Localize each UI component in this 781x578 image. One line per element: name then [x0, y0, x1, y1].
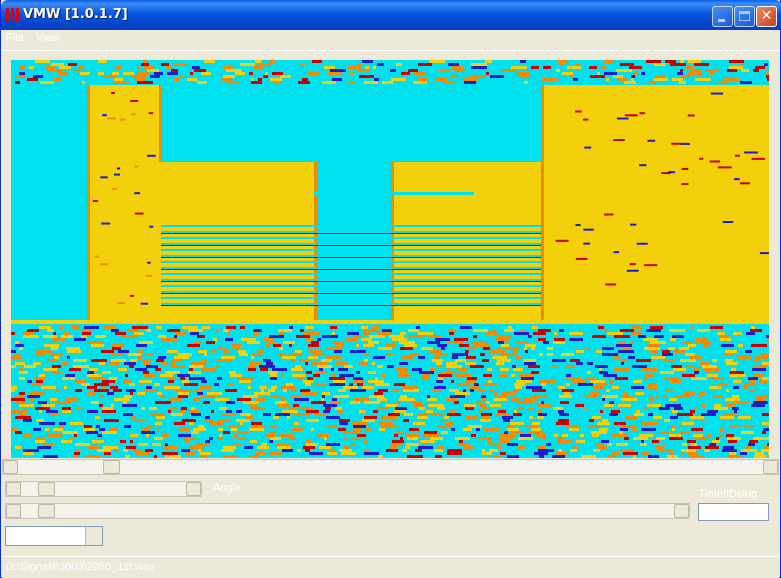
scroll-left-button[interactable] [3, 460, 18, 474]
menu-item-view[interactable]: View [36, 32, 60, 44]
maximize-button[interactable] [734, 6, 755, 27]
tone-line [161, 297, 541, 299]
time-label: Time/IDslug [699, 488, 758, 500]
maximize-icon [739, 11, 750, 21]
tone-line [161, 261, 541, 263]
tone-line [314, 192, 474, 195]
close-icon: ✕ [760, 8, 773, 24]
application-window: VMW [1.0.1.7] ✕ File View Angle Time/IDs… [0, 0, 781, 578]
minimize-icon [718, 19, 725, 22]
position-thumb[interactable] [38, 504, 55, 518]
tone-line [161, 243, 541, 245]
tone-line [161, 249, 541, 251]
position-right-button[interactable] [674, 504, 689, 518]
status-bar: D:\Signals\3003\2050_1st.wav [2, 556, 779, 578]
scroll-thumb[interactable] [103, 460, 120, 474]
chevron-down-icon[interactable] [85, 527, 102, 545]
window-title: VMW [1.0.1.7] [23, 7, 128, 22]
close-button[interactable]: ✕ [756, 6, 777, 27]
angle-right-button[interactable] [186, 482, 201, 496]
position-slider[interactable] [5, 503, 690, 519]
time-input[interactable] [698, 503, 769, 521]
angle-label: Angle [213, 482, 242, 494]
waterfall-canvas [11, 60, 769, 458]
tone-line [161, 225, 541, 227]
title-bar[interactable]: VMW [1.0.1.7] ✕ [1, 0, 781, 30]
position-left-button[interactable] [6, 504, 21, 518]
app-icon[interactable] [6, 8, 19, 22]
tone-line [161, 231, 541, 233]
menu-separator [2, 50, 779, 51]
tone-line [161, 285, 541, 287]
tone-line [161, 255, 541, 257]
tone-line [161, 279, 541, 281]
status-file-path: D:\Signals\3003\2050_1st.wav [6, 561, 155, 573]
tone-line [161, 303, 541, 305]
angle-slider[interactable] [5, 481, 202, 497]
angle-left-button[interactable] [6, 482, 21, 496]
display-scrollbar[interactable] [2, 459, 779, 475]
angle-thumb[interactable] [38, 482, 55, 496]
tone-line [161, 291, 541, 293]
menu-bar: File View [2, 30, 779, 48]
tone-line [161, 267, 541, 269]
signal-block [541, 85, 769, 322]
menu-item-file[interactable]: File [6, 32, 24, 44]
tone-line [161, 273, 541, 275]
signal-block [87, 85, 159, 322]
scroll-right-button[interactable] [763, 460, 778, 474]
mode-combobox[interactable] [5, 526, 103, 546]
signal-display[interactable] [11, 60, 769, 458]
minimize-button[interactable] [712, 6, 733, 27]
signal-edge [11, 320, 769, 324]
tone-line [161, 237, 541, 239]
